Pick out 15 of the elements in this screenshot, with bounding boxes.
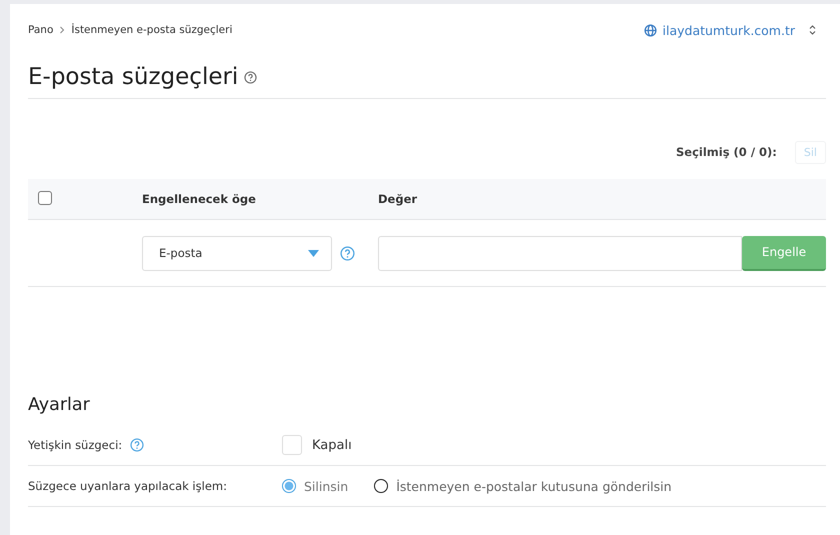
domain-name[interactable]: ilaydatumturk.com.tr [662, 22, 795, 38]
domain-switcher[interactable]: ilaydatumturk.com.tr [644, 22, 816, 38]
checkbox-label: Kapalı [312, 438, 352, 452]
breadcrumb-item: İstenmeyen e-posta süzgeçleri [71, 24, 232, 36]
type-dropdown[interactable]: E-posta [142, 236, 332, 270]
page-title: E-posta süzgeçleri [28, 64, 238, 90]
column-header: Engellenecek öge [142, 192, 256, 206]
setting-label: Yetişkin süzgeci: [28, 438, 122, 452]
selection-count: Seçilmiş (0 / 0): [676, 145, 777, 159]
breadcrumb-item[interactable]: Pano [28, 24, 54, 36]
radio-label[interactable]: Silinsin [304, 478, 348, 494]
section-title: Ayarlar [28, 395, 91, 417]
setting-label: Süzgece uyanlara yapılacak işlem: [28, 479, 227, 493]
column-header: Değer [378, 192, 418, 206]
radio-label[interactable]: İstenmeyen e-postalar kutusuna gönderilsin [396, 478, 672, 494]
